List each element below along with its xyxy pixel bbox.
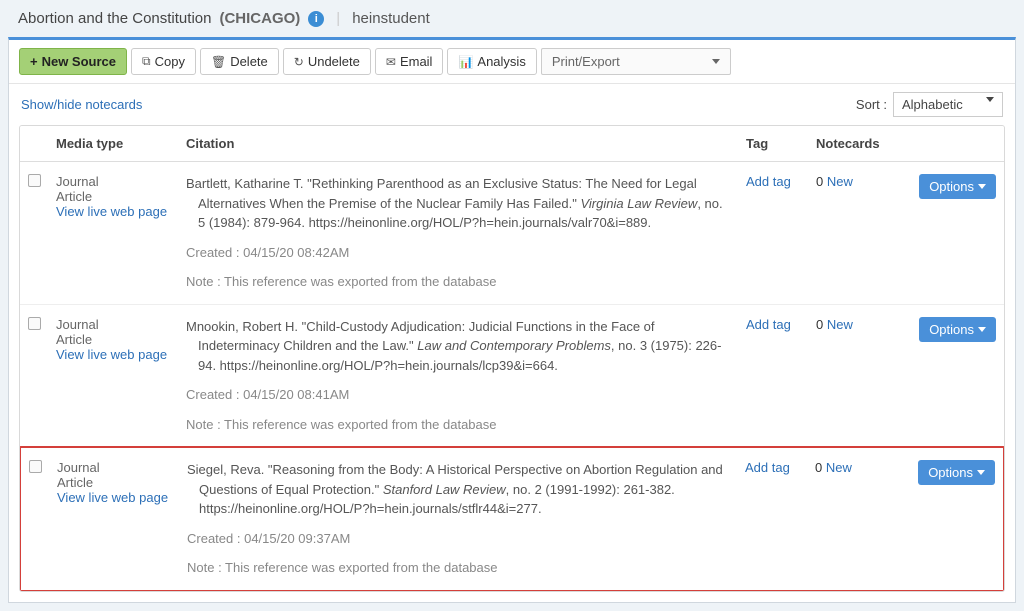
print-export-dropdown[interactable]: Print/Export — [541, 48, 731, 75]
view-live-link[interactable]: View live web page — [57, 490, 187, 505]
col-tag: Tag — [746, 136, 816, 151]
options-button[interactable]: Options — [918, 460, 995, 485]
citation-style: (CHICAGO) — [219, 10, 300, 27]
note-meta: Note : This reference was exported from … — [186, 415, 726, 435]
note-meta: Note : This reference was exported from … — [187, 558, 725, 578]
col-media: Media type — [56, 136, 186, 151]
table-row: JournalArticleView live web pageSiegel, … — [19, 446, 1005, 592]
undo-icon: ↻ — [294, 55, 304, 69]
toolbar: + New Source ⧉ Copy 🗑 Delete ↻ Undelete ✉ Ema… — [9, 40, 1015, 84]
table-row: JournalArticleView live web pageMnookin,… — [20, 305, 1004, 448]
options-button[interactable]: Options — [919, 317, 996, 342]
sort-label: Sort : — [856, 97, 887, 112]
created-meta: Created : 04/15/20 08:41AM — [186, 385, 726, 405]
row-checkbox[interactable] — [28, 174, 41, 187]
copy-button[interactable]: ⧉ Copy — [131, 48, 196, 75]
email-label: Email — [400, 54, 433, 69]
row-checkbox[interactable] — [29, 460, 42, 473]
note-meta: Note : This reference was exported from … — [186, 272, 726, 292]
breadcrumb: Abortion and the Constitution (CHICAGO) … — [0, 0, 1024, 37]
new-notecard-link[interactable]: New — [823, 317, 853, 332]
media-type-2: Article — [56, 189, 186, 204]
show-hide-notecards-link[interactable]: Show/hide notecards — [21, 97, 142, 112]
delete-label: Delete — [230, 54, 268, 69]
view-live-link[interactable]: View live web page — [56, 347, 186, 362]
new-notecard-link[interactable]: New — [822, 460, 852, 475]
col-notecards: Notecards — [816, 136, 906, 151]
undelete-button[interactable]: ↻ Undelete — [283, 48, 371, 75]
add-tag-link[interactable]: Add tag — [746, 174, 791, 189]
add-tag-link[interactable]: Add tag — [746, 317, 791, 332]
options-button[interactable]: Options — [919, 174, 996, 199]
media-type-1: Journal — [56, 317, 186, 332]
row-checkbox[interactable] — [28, 317, 41, 330]
copy-icon: ⧉ — [142, 54, 151, 69]
view-live-link[interactable]: View live web page — [56, 204, 186, 219]
print-export-label: Print/Export — [552, 54, 620, 69]
new-source-button[interactable]: + New Source — [19, 48, 127, 75]
new-source-label: New Source — [42, 54, 116, 69]
new-notecard-link[interactable]: New — [823, 174, 853, 189]
undelete-label: Undelete — [308, 54, 360, 69]
subbar: Show/hide notecards Sort : Alphabetic — [9, 84, 1015, 125]
chevron-down-icon — [978, 184, 986, 189]
media-type-2: Article — [56, 332, 186, 347]
media-type-1: Journal — [57, 460, 187, 475]
sort-dropdown[interactable]: Alphabetic — [893, 92, 1003, 117]
citation-text: Bartlett, Katharine T. "Rethinking Paren… — [186, 174, 726, 233]
add-tag-link[interactable]: Add tag — [745, 460, 790, 475]
analysis-button[interactable]: 📊 Analysis — [447, 48, 536, 75]
envelope-icon: ✉ — [386, 55, 396, 69]
chevron-down-icon — [978, 327, 986, 332]
email-button[interactable]: ✉ Email — [375, 48, 444, 75]
chart-icon: 📊 — [458, 55, 473, 69]
main-panel: + New Source ⧉ Copy 🗑 Delete ↻ Undelete ✉ Ema… — [8, 37, 1016, 603]
created-meta: Created : 04/15/20 09:37AM — [187, 529, 725, 549]
created-meta: Created : 04/15/20 08:42AM — [186, 243, 726, 263]
info-icon[interactable]: i — [308, 11, 324, 27]
citation-text: Mnookin, Robert H. "Child-Custody Adjudi… — [186, 317, 726, 376]
copy-label: Copy — [155, 54, 185, 69]
delete-button[interactable]: 🗑 Delete — [200, 48, 279, 75]
project-title: Abortion and the Constitution — [18, 10, 211, 27]
chevron-down-icon — [986, 97, 994, 102]
divider: | — [336, 10, 340, 27]
plus-icon: + — [30, 54, 38, 69]
table-header: Media type Citation Tag Notecards — [20, 126, 1004, 162]
media-type-2: Article — [57, 475, 187, 490]
media-type-1: Journal — [56, 174, 186, 189]
col-citation: Citation — [186, 136, 746, 151]
trash-icon: 🗑 — [211, 55, 226, 69]
analysis-label: Analysis — [477, 54, 525, 69]
sources-table: Media type Citation Tag Notecards Journa… — [19, 125, 1005, 592]
username: heinstudent — [352, 10, 430, 27]
citation-text: Siegel, Reva. "Reasoning from the Body: … — [187, 460, 725, 519]
table-row: JournalArticleView live web pageBartlett… — [20, 162, 1004, 305]
chevron-down-icon — [977, 470, 985, 475]
chevron-down-icon — [712, 59, 720, 64]
sort-value: Alphabetic — [902, 97, 963, 112]
sort-control: Sort : Alphabetic — [856, 92, 1003, 117]
